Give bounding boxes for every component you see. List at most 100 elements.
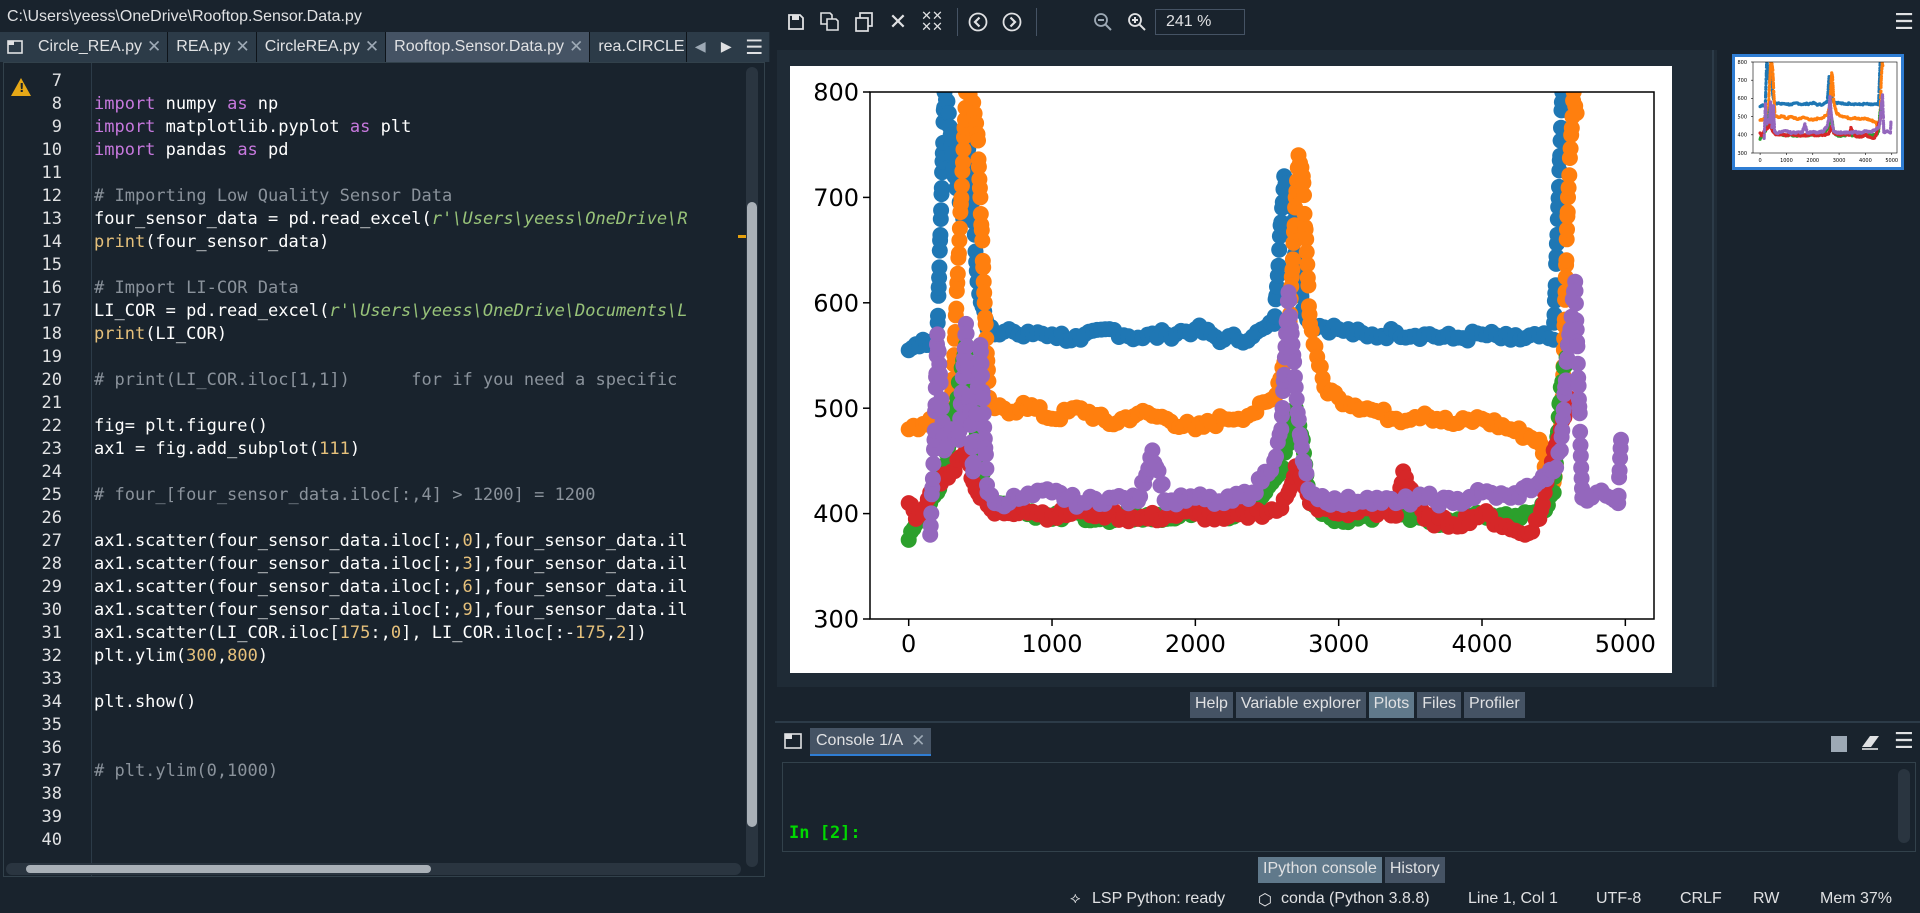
x-tick-label: 3000 (1833, 158, 1846, 164)
env-status[interactable]: conda (Python 3.8.8) (1281, 890, 1430, 908)
code-line: # Importing Low Quality Sensor Data (94, 186, 453, 206)
scatter-point (1881, 96, 1885, 101)
scatter-point (1610, 487, 1627, 504)
warning-icon[interactable]: ! (11, 78, 31, 96)
close-icon[interactable]: ✕ (569, 37, 583, 57)
scatter-point (1767, 84, 1772, 88)
ipython-console[interactable]: In [2]: (782, 762, 1916, 852)
zoom-level-field[interactable]: 241 % (1155, 9, 1245, 35)
console-tab[interactable]: Console 1/A ✕ (810, 728, 932, 756)
menu-icon[interactable]: ☰ (739, 32, 770, 62)
console-scrollbar[interactable] (1898, 769, 1910, 843)
y-tick-label: 800 (1737, 60, 1747, 66)
stop-icon[interactable] (1831, 736, 1847, 752)
line-number: 27 (41, 531, 62, 551)
tab-browse-icon[interactable] (0, 32, 30, 62)
code-line: print(four_sensor_data) (94, 232, 330, 252)
x-tick-label: 1000 (1021, 630, 1082, 658)
console-menu-icon[interactable]: ☰ (1894, 729, 1914, 754)
line-number: 39 (41, 807, 62, 827)
scatter-point (948, 300, 965, 317)
line-number: 33 (41, 669, 62, 689)
line-number: 15 (41, 255, 62, 275)
line-number: 28 (41, 554, 62, 574)
editor-tab[interactable]: Circle_REA.py ✕ (30, 32, 169, 62)
lsp-status[interactable]: LSP Python: ready (1092, 890, 1225, 908)
line-number: 23 (41, 439, 62, 459)
scatter-point (1286, 353, 1303, 370)
save-all-icon[interactable] (818, 10, 842, 34)
zoom-out-icon[interactable] (1091, 10, 1115, 34)
scrollbar-thumb[interactable] (26, 865, 431, 873)
line-number: 29 (41, 577, 62, 597)
scatter-point (949, 265, 966, 282)
tab-variable-explorer[interactable]: Variable explorer (1235, 692, 1366, 718)
x-tick-label: 5000 (1595, 630, 1656, 658)
plot-area (900, 92, 1629, 548)
x-tick-label: 5000 (1885, 158, 1898, 164)
copy-icon[interactable] (852, 10, 876, 34)
vertical-scrollbar[interactable] (746, 67, 758, 867)
console-prompt: In [2]: (789, 823, 861, 843)
scatter-point (1268, 448, 1284, 465)
scatter-point (970, 132, 986, 149)
tab-help[interactable]: Help (1190, 692, 1233, 718)
line-number: 19 (41, 347, 62, 367)
tab-ipython-console[interactable]: IPython console (1258, 857, 1382, 883)
scatter-point (1281, 292, 1298, 309)
scatter-point (1767, 91, 1771, 95)
tab-plots[interactable]: Plots (1368, 692, 1415, 718)
scatter-point (1568, 105, 1585, 122)
console-browse-icon[interactable] (784, 733, 802, 753)
line-number: 14 (41, 232, 62, 252)
scatter-point (1548, 459, 1565, 476)
editor-tab-active[interactable]: Rooftop.Sensor.Data.py ✕ (386, 32, 591, 62)
editor-tab[interactable]: REA.py ✕ (168, 32, 257, 62)
editor-tab[interactable]: CircleREA.py ✕ (256, 32, 387, 62)
close-icon[interactable]: ✕ (365, 37, 379, 57)
scatter-point (1881, 104, 1885, 108)
previous-plot-icon[interactable] (966, 10, 990, 34)
tab-history[interactable]: History (1384, 857, 1445, 883)
scroll-tabs-left-icon[interactable]: ◀ (687, 32, 714, 62)
scatter-point (1881, 115, 1885, 120)
horizontal-scrollbar[interactable] (6, 863, 741, 875)
editor-tab[interactable]: rea.CIRCLE. (590, 32, 688, 62)
scroll-tabs-right-icon[interactable]: ▶ (713, 32, 740, 62)
scatter-point (1764, 110, 1768, 114)
splitter[interactable] (1712, 50, 1714, 687)
scatter-point (1569, 355, 1586, 372)
scatter-point (975, 405, 992, 422)
close-icon[interactable]: ✕ (911, 731, 925, 751)
code-line: four_sensor_data = pd.read_excel(r'\User… (94, 209, 688, 229)
close-plot-icon[interactable]: ✕ (886, 10, 910, 35)
next-plot-icon[interactable] (1000, 10, 1024, 34)
plot-viewer: 0 1000 2000 3000 4000 5000 300 400 500 600 700 800 (777, 50, 1717, 687)
code-line: plt.ylim(300,800) (94, 646, 269, 666)
scatter-point (940, 105, 957, 122)
window-title: C:\Users\yeess\OneDrive\Rooftop.Sensor.D… (0, 0, 770, 32)
plot-thumbnail[interactable]: 0 1000 2000 3000 4000 5000 300 400 500 600 700 800 (1732, 54, 1904, 170)
lsp-status-icon: ⟡ (1070, 890, 1081, 907)
tab-profiler[interactable]: Profiler (1464, 692, 1525, 718)
clear-console-icon[interactable] (1860, 733, 1882, 755)
plots-menu-icon[interactable]: ☰ (1892, 10, 1916, 35)
scatter-point (1270, 257, 1287, 274)
figure-canvas: 0 1000 2000 3000 4000 5000 300 400 500 600 700 800 (790, 66, 1672, 673)
zoom-in-icon[interactable] (1125, 10, 1149, 34)
close-icon[interactable]: ✕ (147, 37, 161, 57)
y-tick-label: 500 (1737, 114, 1747, 120)
code-line: ax1.scatter(four_sensor_data.iloc[:,3],f… (94, 554, 688, 574)
line-number: 31 (41, 623, 62, 643)
save-icon[interactable] (784, 10, 808, 34)
code-editor[interactable]: 7 8 9 10 11 12 13 14 15 16 17 18 19 20 21 22 23 24 25 26 27 2… (3, 62, 765, 877)
close-icon[interactable]: ✕ (236, 37, 250, 57)
scatter-point (1879, 89, 1883, 93)
tab-files[interactable]: Files (1417, 692, 1462, 718)
scatter-point (1888, 130, 1893, 134)
cursor-position: Line 1, Col 1 (1468, 890, 1558, 907)
splitter[interactable] (775, 721, 1920, 723)
scatter-point (1561, 167, 1578, 184)
close-all-plots-icon[interactable]: ✕✕ ✕✕ (920, 10, 944, 34)
scrollbar-thumb[interactable] (747, 202, 757, 827)
